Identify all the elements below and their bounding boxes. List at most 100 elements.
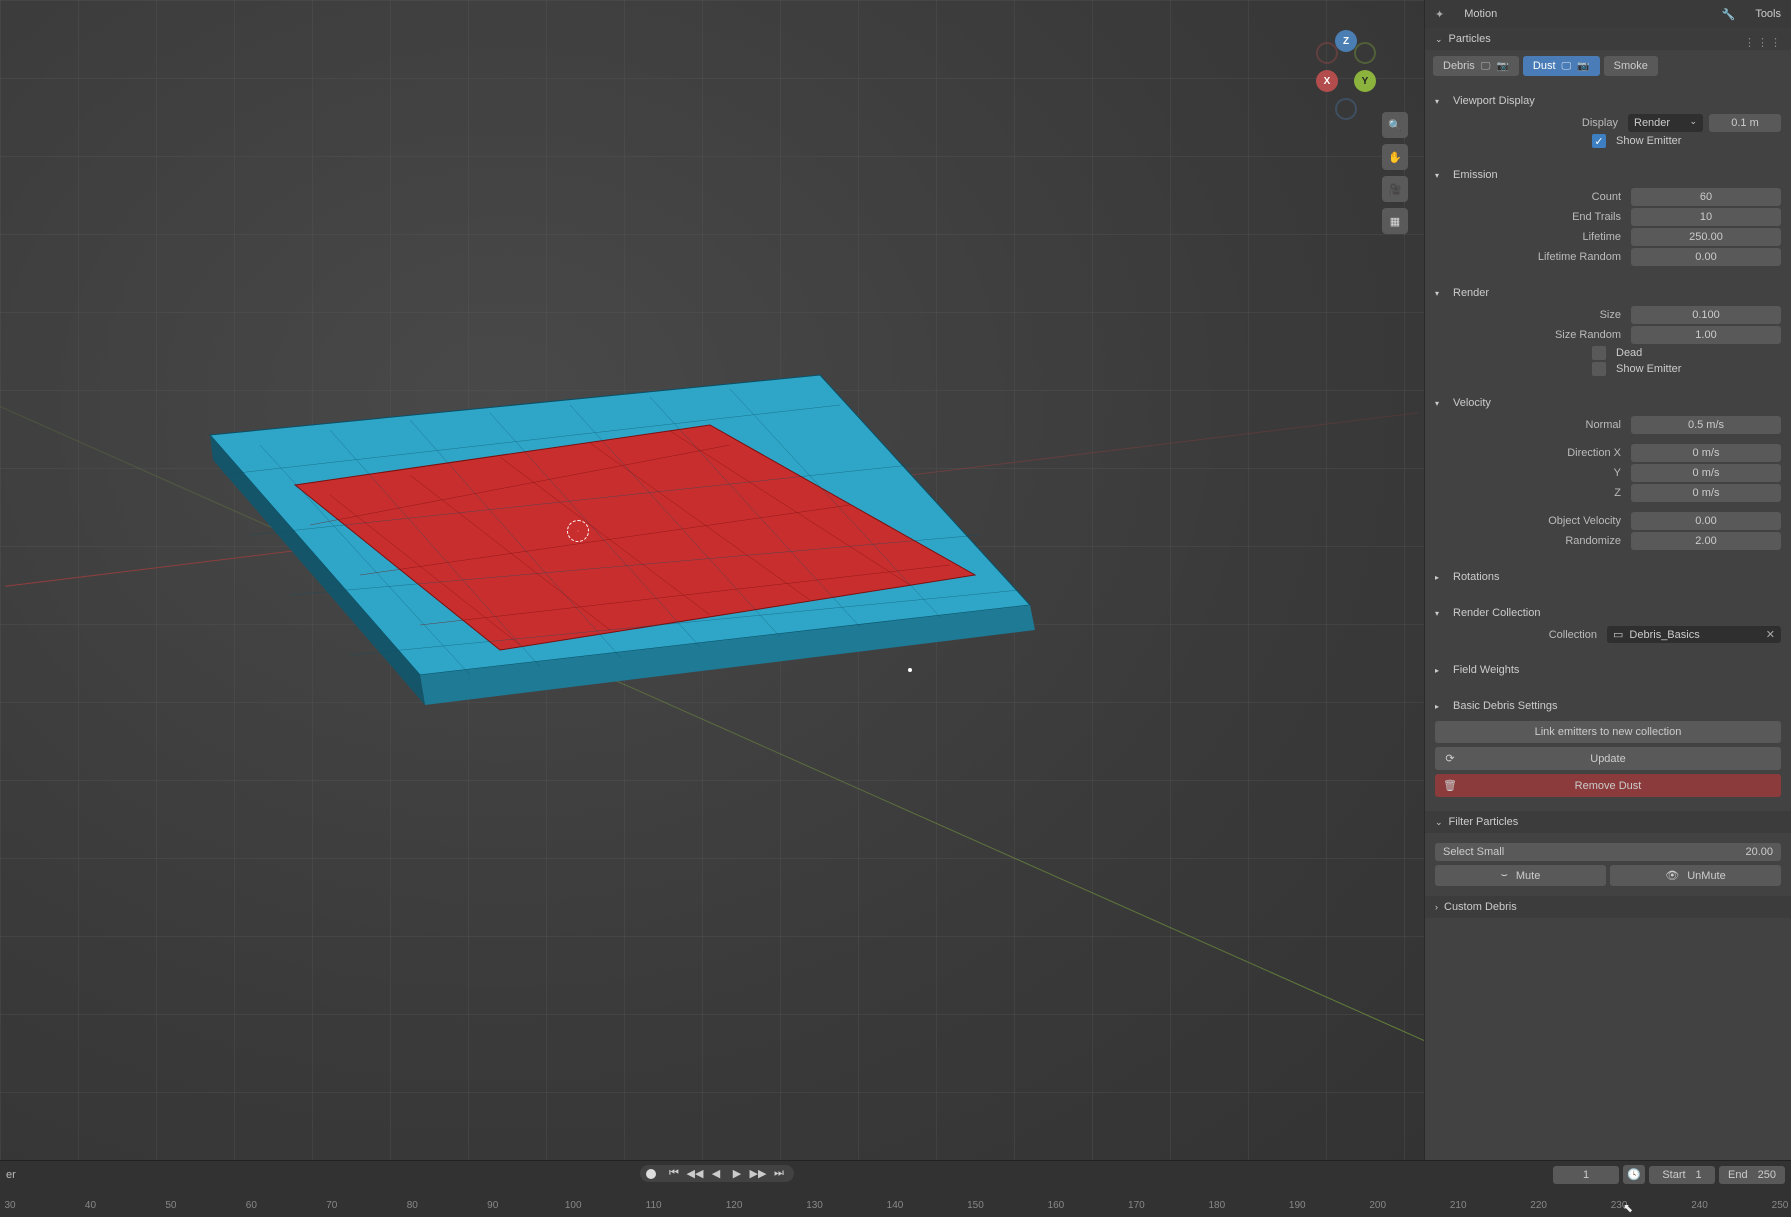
display-icon[interactable]: 🖵 bbox=[1562, 61, 1572, 72]
chip-dust[interactable]: Dust 🖵 📷 bbox=[1523, 56, 1600, 76]
select-small-slider[interactable]: Select Small 20.00 bbox=[1435, 843, 1781, 861]
gizmo-z[interactable]: Z bbox=[1335, 30, 1357, 52]
unmute-label: UnMute bbox=[1687, 870, 1726, 882]
nav-tools: 🔍 ✋ 🎥 ▦ bbox=[1382, 112, 1408, 234]
rotations-header[interactable]: ▸ Rotations bbox=[1435, 568, 1781, 588]
end-trails-field[interactable]: 10 bbox=[1631, 208, 1781, 226]
tab-motion[interactable]: Motion bbox=[1464, 8, 1497, 20]
size-field[interactable]: 0.100 bbox=[1631, 306, 1781, 324]
chip-debris[interactable]: Debris 🖵 📷 bbox=[1433, 56, 1519, 76]
keyframe-prev-icon[interactable]: ◀◀ bbox=[686, 1167, 704, 1180]
unmute-button[interactable]: 👁 UnMute bbox=[1610, 865, 1781, 886]
chevron-down-icon: ▾ bbox=[1435, 399, 1445, 408]
dir-x-label: Direction X bbox=[1435, 447, 1625, 459]
camera-icon[interactable]: 📷 bbox=[1577, 61, 1589, 72]
display-dropdown[interactable]: Render bbox=[1628, 114, 1703, 132]
mute-button[interactable]: ⌣ Mute bbox=[1435, 865, 1606, 886]
viewport-3d[interactable]: Z X Y 🔍 ✋ 🎥 ▦ bbox=[0, 0, 1424, 1160]
current-frame-field[interactable]: 1 bbox=[1553, 1166, 1619, 1184]
tab-tools[interactable]: Tools bbox=[1755, 8, 1781, 20]
start-frame-field[interactable]: Start 1 bbox=[1649, 1166, 1715, 1184]
emission-title: Emission bbox=[1453, 169, 1498, 181]
velocity-header[interactable]: ▾ Velocity bbox=[1435, 394, 1781, 414]
show-emitter-render-label: Show Emitter bbox=[1616, 363, 1781, 375]
viewport-display-title: Viewport Display bbox=[1453, 95, 1535, 107]
timeline-tick: 50 bbox=[165, 1200, 176, 1211]
field-weights-header[interactable]: ▸ Field Weights bbox=[1435, 661, 1781, 681]
grid-icon[interactable]: ▦ bbox=[1382, 208, 1408, 234]
play-icon[interactable]: ▶ bbox=[728, 1167, 746, 1180]
viewport-display-header[interactable]: ▾ Viewport Display bbox=[1435, 92, 1781, 112]
gizmo-neg-y[interactable] bbox=[1354, 42, 1376, 64]
dir-y-field[interactable]: 0 m/s bbox=[1631, 464, 1781, 482]
collection-field[interactable]: ▭ Debris_Basics ✕ bbox=[1607, 626, 1781, 643]
size-random-field[interactable]: 1.00 bbox=[1631, 326, 1781, 344]
lifetime-random-field[interactable]: 0.00 bbox=[1631, 248, 1781, 266]
filter-particles-panel: Select Small 20.00 ⌣ Mute 👁 UnMute bbox=[1425, 833, 1791, 896]
drag-handle-icon[interactable]: ⋮⋮⋮ bbox=[1744, 36, 1783, 49]
zoom-icon[interactable]: 🔍 bbox=[1382, 112, 1408, 138]
end-frame-field[interactable]: End 250 bbox=[1719, 1166, 1785, 1184]
end-label: End bbox=[1728, 1169, 1748, 1181]
render-header[interactable]: ▾ Render bbox=[1435, 284, 1781, 304]
nav-gizmo[interactable]: Z X Y bbox=[1316, 30, 1376, 120]
count-field[interactable]: 60 bbox=[1631, 188, 1781, 206]
display-icon[interactable]: 🖵 bbox=[1481, 61, 1491, 72]
obj-vel-field[interactable]: 0.00 bbox=[1631, 512, 1781, 530]
camera-icon[interactable]: 📷 bbox=[1496, 61, 1508, 72]
timeline-tick: 70 bbox=[326, 1200, 337, 1211]
normal-field[interactable]: 0.5 m/s bbox=[1631, 416, 1781, 434]
refresh-icon: ⟳ bbox=[1435, 752, 1465, 765]
link-emitters-button[interactable]: Link emitters to new collection bbox=[1435, 721, 1781, 743]
rotations-title: Rotations bbox=[1453, 571, 1499, 583]
gizmo-x[interactable]: X bbox=[1316, 70, 1338, 92]
record-icon[interactable] bbox=[646, 1169, 656, 1179]
dead-checkbox[interactable] bbox=[1592, 346, 1606, 360]
display-unit-field[interactable]: 0.1 m bbox=[1709, 114, 1781, 132]
render-collection-header[interactable]: ▾ Render Collection bbox=[1435, 604, 1781, 624]
timeline-ruler[interactable]: 3040506070809010011012013014015016017018… bbox=[0, 1189, 1791, 1217]
custom-debris-header[interactable]: › Custom Debris bbox=[1425, 896, 1791, 918]
gizmo-y[interactable]: Y bbox=[1354, 70, 1376, 92]
pan-icon[interactable]: ✋ bbox=[1382, 144, 1408, 170]
remove-dust-button[interactable]: 🗑 Remove Dust bbox=[1435, 774, 1781, 797]
update-button[interactable]: ⟳ Update bbox=[1435, 747, 1781, 770]
dir-x-field[interactable]: 0 m/s bbox=[1631, 444, 1781, 462]
clear-collection-icon[interactable]: ✕ bbox=[1766, 628, 1775, 641]
clock-icon[interactable]: 🕓 bbox=[1623, 1165, 1645, 1184]
chip-smoke[interactable]: Smoke bbox=[1604, 56, 1658, 76]
chip-dust-label: Dust bbox=[1533, 60, 1556, 72]
timeline-tick: 120 bbox=[726, 1200, 743, 1211]
playback-controls: ⏮ ◀◀ ◀ ▶ ▶▶ ⏭ bbox=[640, 1165, 794, 1182]
jump-start-icon[interactable]: ⏮ bbox=[665, 1167, 683, 1180]
timeline-tick: 40 bbox=[85, 1200, 96, 1211]
jump-end-icon[interactable]: ⏭ bbox=[770, 1167, 788, 1180]
chevron-right-icon: ▸ bbox=[1435, 702, 1445, 711]
dir-z-field[interactable]: 0 m/s bbox=[1631, 484, 1781, 502]
dir-z-label: Z bbox=[1435, 487, 1625, 499]
emission-panel: ▾ Emission Count60 End Trails10 Lifetime… bbox=[1425, 160, 1791, 278]
collection-label: Collection bbox=[1435, 629, 1601, 641]
normal-label: Normal bbox=[1435, 419, 1625, 431]
randomize-field[interactable]: 2.00 bbox=[1631, 532, 1781, 550]
lifetime-field[interactable]: 250.00 bbox=[1631, 228, 1781, 246]
show-emitter-render-checkbox[interactable] bbox=[1592, 362, 1606, 376]
play-reverse-icon[interactable]: ◀ bbox=[707, 1167, 725, 1180]
camera-icon[interactable]: 🎥 bbox=[1382, 176, 1408, 202]
gizmo-neg-x[interactable] bbox=[1316, 42, 1338, 64]
chevron-right-icon: ▸ bbox=[1435, 573, 1445, 582]
particles-header[interactable]: ⌄ Particles ⋮⋮⋮ bbox=[1425, 28, 1791, 50]
gizmo-neg-z[interactable] bbox=[1335, 98, 1357, 120]
timeline-tick: 90 bbox=[487, 1200, 498, 1211]
keyframe-next-icon[interactable]: ▶▶ bbox=[749, 1167, 767, 1180]
emission-header[interactable]: ▾ Emission bbox=[1435, 166, 1781, 186]
basic-debris-header[interactable]: ▸ Basic Debris Settings bbox=[1435, 697, 1781, 717]
show-emitter-checkbox[interactable]: ✓ bbox=[1592, 134, 1606, 148]
mesh-object[interactable] bbox=[210, 375, 1030, 775]
start-value: 1 bbox=[1696, 1169, 1702, 1181]
particle-chips: Debris 🖵 📷 Dust 🖵 📷 Smoke bbox=[1425, 50, 1791, 86]
filter-particles-header[interactable]: ⌄ Filter Particles bbox=[1425, 811, 1791, 833]
collection-value: Debris_Basics bbox=[1629, 629, 1699, 641]
field-weights-title: Field Weights bbox=[1453, 664, 1519, 676]
obj-vel-label: Object Velocity bbox=[1435, 515, 1625, 527]
